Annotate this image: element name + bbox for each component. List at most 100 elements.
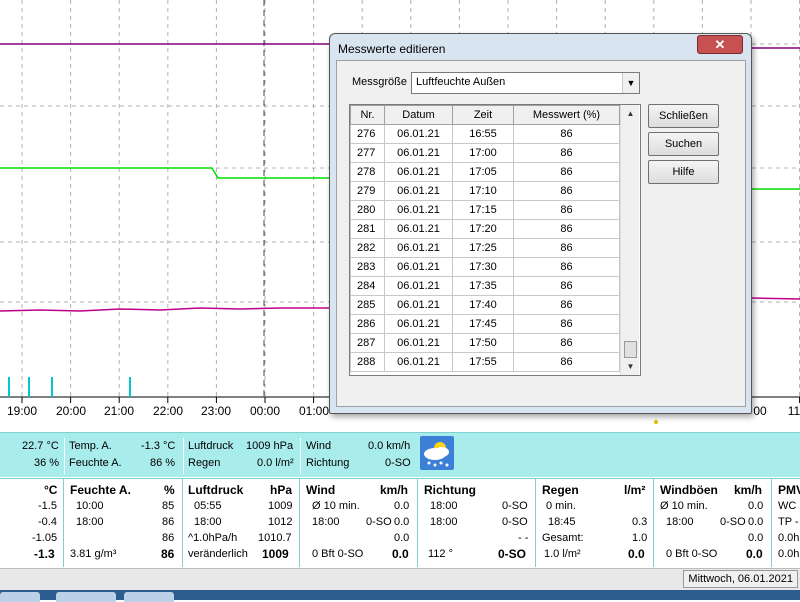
table-row[interactable]: 279 06.01.21 17:10 86 — [350, 181, 620, 201]
cell-messwert[interactable]: 86 — [513, 143, 620, 163]
table-row[interactable]: 281 06.01.21 17:20 86 — [350, 219, 620, 239]
table-row[interactable]: 287 06.01.21 17:50 86 — [350, 333, 620, 353]
cell-datum[interactable]: 06.01.21 — [384, 238, 453, 258]
cell-nr[interactable]: 282 — [350, 238, 385, 258]
cell-zeit[interactable]: 17:25 — [452, 238, 514, 258]
time-label: 23:00 — [200, 404, 232, 418]
time-label: 20:00 — [55, 404, 87, 418]
temp-out-label: Temp. A. — [69, 440, 112, 452]
column-header-messwert[interactable]: Messwert (%) — [513, 105, 620, 125]
cell-datum[interactable]: 06.01.21 — [384, 352, 453, 372]
cell-zeit[interactable]: 17:15 — [452, 200, 514, 220]
column-header-datum[interactable]: Datum — [384, 105, 453, 125]
cell-nr[interactable]: 281 — [350, 219, 385, 239]
search-button[interactable]: Suchen — [648, 132, 719, 156]
table-row[interactable]: 280 06.01.21 17:15 86 — [350, 200, 620, 220]
table-row[interactable]: 285 06.01.21 17:40 86 — [350, 295, 620, 315]
cell-messwert[interactable]: 86 — [513, 314, 620, 334]
cell-nr[interactable]: 284 — [350, 276, 385, 296]
cell-messwert[interactable]: 86 — [513, 257, 620, 277]
grid-scrollbar[interactable]: ▲ ▼ — [620, 105, 639, 375]
cell-nr[interactable]: 288 — [350, 352, 385, 372]
table-row[interactable]: 282 06.01.21 17:25 86 — [350, 238, 620, 258]
cell-datum[interactable]: 06.01.21 — [384, 162, 453, 182]
help-button[interactable]: Hilfe — [648, 160, 719, 184]
cell-zeit[interactable]: 17:55 — [452, 352, 514, 372]
close-button[interactable]: Schließen — [648, 104, 719, 128]
table-row[interactable]: 288 06.01.21 17:55 86 — [350, 352, 620, 372]
cell-messwert[interactable]: 86 — [513, 200, 620, 220]
cell-nr[interactable]: 278 — [350, 162, 385, 182]
cell-datum[interactable]: 06.01.21 — [384, 314, 453, 334]
cell-messwert[interactable]: 86 — [513, 333, 620, 353]
cell-datum[interactable]: 06.01.21 — [384, 276, 453, 296]
column-header-zeit[interactable]: Zeit — [452, 105, 514, 125]
cell-nr[interactable]: 280 — [350, 200, 385, 220]
pressure-label: Luftdruck — [188, 440, 234, 452]
taskbar-button[interactable] — [0, 592, 40, 602]
wind-current: 0.0 — [392, 547, 409, 561]
cell-messwert[interactable]: 86 — [513, 124, 620, 144]
wind-label: Wind — [306, 440, 332, 452]
values-table-body: 276 06.01.21 16:55 86 277 06.01.21 17:00 86 278 0… — [350, 124, 620, 372]
cell-datum[interactable]: 06.01.21 — [384, 143, 453, 163]
cell-messwert[interactable]: 86 — [513, 276, 620, 296]
cell-zeit[interactable]: 17:50 — [452, 333, 514, 353]
cell-messwert[interactable]: 86 — [513, 352, 620, 372]
taskbar-button[interactable] — [124, 592, 174, 602]
scroll-up-icon[interactable]: ▲ — [621, 105, 640, 122]
table-row[interactable]: 284 06.01.21 17:35 86 — [350, 276, 620, 296]
cell-nr[interactable]: 279 — [350, 181, 385, 201]
close-icon[interactable]: ✕ — [697, 35, 743, 54]
cell-nr[interactable]: 287 — [350, 333, 385, 353]
cell-datum[interactable]: 06.01.21 — [384, 181, 453, 201]
series-magenta-line-right — [751, 297, 800, 300]
cell-datum[interactable]: 06.01.21 — [384, 295, 453, 315]
cell-zeit[interactable]: 17:40 — [452, 295, 514, 315]
cell-zeit[interactable]: 16:55 — [452, 124, 514, 144]
pressure-min-time: 05:55 — [194, 500, 222, 512]
cell-zeit[interactable]: 17:45 — [452, 314, 514, 334]
direction-degrees: 112 ° — [428, 548, 453, 560]
cell-nr[interactable]: 285 — [350, 295, 385, 315]
table-row[interactable]: 286 06.01.21 17:45 86 — [350, 314, 620, 334]
cell-datum[interactable]: 06.01.21 — [384, 200, 453, 220]
humidity-inside: 36 % — [34, 457, 60, 469]
values-grid[interactable]: Nr. Datum Zeit Messwert (%) 276 06.01.21 1… — [349, 104, 641, 376]
cell-zeit[interactable]: 17:20 — [452, 219, 514, 239]
hum-out-value: 86 % — [150, 457, 176, 469]
cell-datum[interactable]: 06.01.21 — [384, 124, 453, 144]
cell-nr[interactable]: 283 — [350, 257, 385, 277]
cell-zeit[interactable]: 17:35 — [452, 276, 514, 296]
cell-datum[interactable]: 06.01.21 — [384, 257, 453, 277]
status-date: Mittwoch, 06.01.2021 — [683, 570, 798, 588]
cell-nr[interactable]: 286 — [350, 314, 385, 334]
cell-messwert[interactable]: 86 — [513, 295, 620, 315]
cell-nr[interactable]: 277 — [350, 143, 385, 163]
cell-datum[interactable]: 06.01.21 — [384, 219, 453, 239]
cell-zeit[interactable]: 17:10 — [452, 181, 514, 201]
column-header-nr[interactable]: Nr. — [350, 105, 385, 125]
series-magenta-line — [0, 307, 330, 312]
cell-messwert[interactable]: 86 — [513, 219, 620, 239]
cell-zeit[interactable]: 17:00 — [452, 143, 514, 163]
cell-zeit[interactable]: 17:05 — [452, 162, 514, 182]
table-row[interactable]: 278 06.01.21 17:05 86 — [350, 162, 620, 182]
chevron-down-icon[interactable]: ▼ — [622, 73, 639, 93]
table-row[interactable]: 276 06.01.21 16:55 86 — [350, 124, 620, 144]
cell-zeit[interactable]: 17:30 — [452, 257, 514, 277]
time-label: 21:00 — [103, 404, 135, 418]
cell-messwert[interactable]: 86 — [513, 162, 620, 182]
cell-messwert[interactable]: 86 — [513, 238, 620, 258]
cell-datum[interactable]: 06.01.21 — [384, 333, 453, 353]
table-row[interactable]: 283 06.01.21 17:30 86 — [350, 257, 620, 277]
cell-nr[interactable]: 276 — [350, 124, 385, 144]
scroll-thumb[interactable] — [624, 341, 637, 358]
messgroesse-select[interactable]: Luftfeuchte Außen ▼ — [411, 72, 640, 94]
table-row[interactable]: 277 06.01.21 17:00 86 — [350, 143, 620, 163]
cell-messwert[interactable]: 86 — [513, 181, 620, 201]
scroll-down-icon[interactable]: ▼ — [621, 358, 640, 375]
taskbar-button[interactable] — [56, 592, 116, 602]
taskbar — [0, 590, 800, 600]
direction-label: Richtung — [306, 457, 350, 469]
